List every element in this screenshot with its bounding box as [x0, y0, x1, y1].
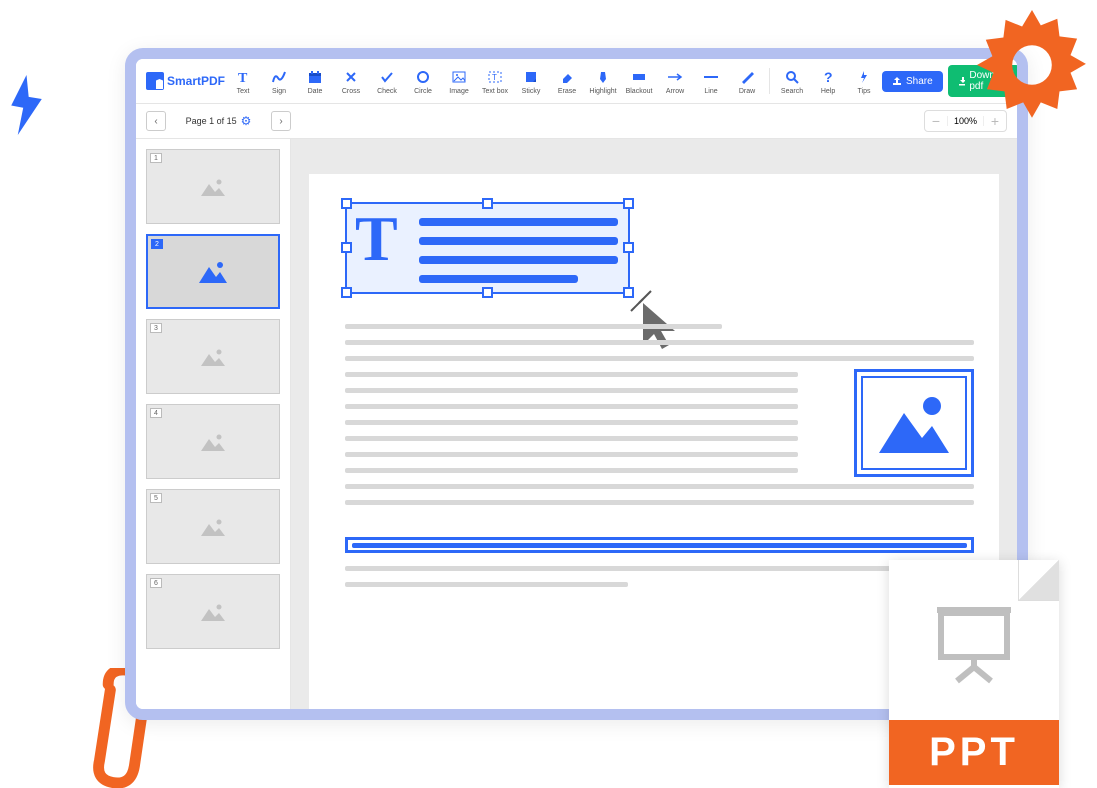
resize-handle[interactable]	[482, 198, 493, 209]
tool-date[interactable]: Date	[297, 61, 333, 101]
resize-handle[interactable]	[341, 198, 352, 209]
image-icon	[199, 176, 227, 198]
resize-handle[interactable]	[623, 198, 634, 209]
navbar: ‹ Page 1 of 15 ⚙ › − 100% +	[136, 104, 1017, 139]
thumbnail-3[interactable]: 3	[146, 319, 280, 394]
thumbnail-6[interactable]: 6	[146, 574, 280, 649]
image-placeholder[interactable]	[854, 369, 974, 477]
titlebar: SmartPDF TText Sign Date Cross Check Cir…	[136, 59, 1017, 104]
image-icon	[199, 601, 227, 623]
svg-text:T: T	[492, 73, 497, 82]
svg-text:T: T	[238, 71, 248, 84]
resize-handle[interactable]	[341, 242, 352, 253]
tool-check[interactable]: Check	[369, 61, 405, 101]
tool-arrow[interactable]: Arrow	[657, 61, 693, 101]
image-icon	[874, 388, 954, 458]
selected-textbox[interactable]: T	[345, 202, 630, 294]
thumbnail-5[interactable]: 5	[146, 489, 280, 564]
tool-erase[interactable]: Erase	[549, 61, 585, 101]
page-settings-icon[interactable]: ⚙	[241, 114, 252, 128]
app-logo: SmartPDF	[146, 72, 225, 90]
resize-handle[interactable]	[623, 242, 634, 253]
zoom-out-button[interactable]: −	[925, 113, 947, 129]
download-icon	[958, 76, 966, 86]
thumbnail-1[interactable]: 1	[146, 149, 280, 224]
prev-page-button[interactable]: ‹	[146, 111, 166, 131]
resize-handle[interactable]	[482, 287, 493, 298]
ppt-label: PPT	[889, 720, 1059, 785]
toolbar: TText Sign Date Cross Check Circle Image…	[225, 61, 882, 101]
tool-tips[interactable]: Tips	[846, 61, 882, 101]
presentation-icon	[929, 595, 1019, 685]
selected-line[interactable]	[345, 537, 974, 553]
text-glyph-icon: T	[355, 202, 398, 276]
thumbnail-4[interactable]: 4	[146, 404, 280, 479]
thumbnails-sidebar: 1 2 3 4 5 6	[136, 139, 291, 709]
tool-highlight[interactable]: Highlight	[585, 61, 621, 101]
share-icon	[892, 76, 902, 86]
tool-image[interactable]: Image	[441, 61, 477, 101]
thumbnail-2[interactable]: 2	[146, 234, 280, 309]
tool-circle[interactable]: Circle	[405, 61, 441, 101]
tool-help[interactable]: ?Help	[810, 61, 846, 101]
paragraph-block	[345, 566, 974, 598]
page-indicator: Page 1 of 15 ⚙	[174, 114, 263, 128]
tool-draw[interactable]: Draw	[729, 61, 765, 101]
tool-line[interactable]: Line	[693, 61, 729, 101]
bolt-deco-icon	[4, 75, 49, 135]
tool-textbox[interactable]: TText box	[477, 61, 513, 101]
app-name: SmartPDF	[167, 74, 225, 88]
tool-blackout[interactable]: Blackout	[621, 61, 657, 101]
image-icon	[199, 516, 227, 538]
share-label: Share	[906, 76, 933, 87]
image-icon	[197, 259, 229, 285]
image-icon	[199, 346, 227, 368]
next-page-button[interactable]: ›	[271, 111, 291, 131]
tool-search[interactable]: Search	[774, 61, 810, 101]
svg-text:?: ?	[824, 70, 833, 84]
tool-sign[interactable]: Sign	[261, 61, 297, 101]
tool-cross[interactable]: Cross	[333, 61, 369, 101]
logo-icon	[146, 72, 164, 90]
share-button[interactable]: Share	[882, 71, 943, 92]
tool-sticky[interactable]: Sticky	[513, 61, 549, 101]
gear-deco-icon	[977, 10, 1087, 120]
image-icon	[199, 431, 227, 453]
ppt-file-icon: PPT	[889, 560, 1059, 788]
tool-text[interactable]: TText	[225, 61, 261, 101]
resize-handle[interactable]	[341, 287, 352, 298]
